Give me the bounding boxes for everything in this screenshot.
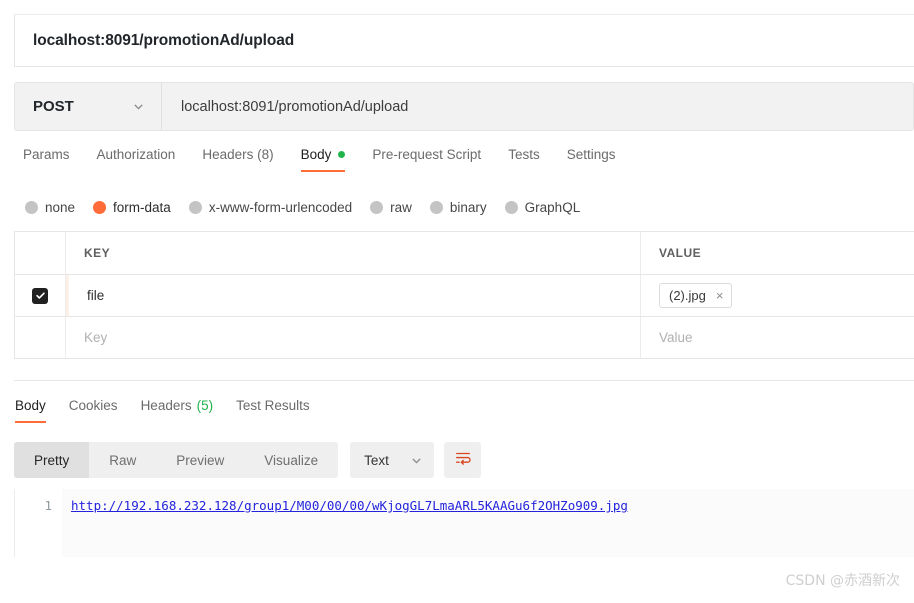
empty-row-check-cell xyxy=(15,317,66,358)
tab-tests-label: Tests xyxy=(508,147,540,162)
response-headers-count: (5) xyxy=(196,398,214,413)
radio-form-data[interactable]: form-data xyxy=(93,200,171,215)
tab-authorization[interactable]: Authorization xyxy=(97,145,176,172)
method-select[interactable]: POST xyxy=(15,83,162,130)
file-chip-name: (2).jpg xyxy=(669,288,706,303)
row-key-cell[interactable]: file xyxy=(69,275,641,316)
header-cell-check xyxy=(15,232,66,274)
response-tab-cookies-label: Cookies xyxy=(68,398,118,413)
table-row-empty: Key Value xyxy=(15,317,914,359)
view-mode-visualize[interactable]: Visualize xyxy=(244,442,338,478)
response-tab-cookies[interactable]: Cookies xyxy=(69,396,118,423)
form-data-table: KEY VALUE file (2).jpg × Key Value xyxy=(14,231,914,359)
response-code-area[interactable]: http://192.168.232.128/group1/M00/00/00/… xyxy=(62,489,914,557)
radio-binary-icon xyxy=(429,200,443,214)
row-checkbox[interactable] xyxy=(32,287,48,304)
radio-graphql-label: GraphQL xyxy=(524,199,581,215)
response-tab-body[interactable]: Body xyxy=(15,396,46,423)
response-tab-test-results-label: Test Results xyxy=(236,398,310,413)
row-check-cell xyxy=(15,275,66,316)
tab-headers-label: Headers (8) xyxy=(202,147,274,162)
radio-raw-icon xyxy=(370,200,384,214)
tab-body-label: Body xyxy=(300,147,332,162)
radio-binary[interactable]: binary xyxy=(429,199,487,215)
response-view-controls: Pretty Raw Preview Visualize Text xyxy=(14,442,482,478)
response-tabs: Body Cookies Headers (5) Test Results xyxy=(14,396,914,430)
radio-none-label: none xyxy=(45,199,76,215)
radio-binary-label: binary xyxy=(449,199,487,215)
radio-x-www-form-urlencoded-label: x-www-form-urlencoded xyxy=(208,199,353,215)
url-input[interactable]: localhost:8091/promotionAd/upload xyxy=(162,83,913,130)
tab-body[interactable]: Body xyxy=(300,145,346,172)
watermark: CSDN @赤酒新次 xyxy=(785,573,900,589)
body-type-radio-group: none form-data x-www-form-urlencoded raw… xyxy=(14,194,914,220)
empty-row-key-cell[interactable]: Key xyxy=(66,317,641,358)
line-number-gutter: 1 xyxy=(15,489,62,557)
url-bar: POST localhost:8091/promotionAd/upload xyxy=(14,82,914,131)
method-label: POST xyxy=(33,98,74,115)
response-tab-headers-label: Headers xyxy=(140,398,192,413)
radio-none[interactable]: none xyxy=(25,200,75,215)
row-value-cell[interactable]: (2).jpg × xyxy=(641,275,914,316)
file-chip-remove-icon[interactable]: × xyxy=(716,289,724,302)
column-header-value: VALUE xyxy=(659,246,702,260)
tab-headers[interactable]: Headers (8) xyxy=(202,145,273,172)
file-chip: (2).jpg × xyxy=(659,283,733,308)
empty-row-value-placeholder: Value xyxy=(659,330,693,345)
tab-tests[interactable]: Tests xyxy=(508,145,540,172)
view-mode-pretty[interactable]: Pretty xyxy=(14,442,90,478)
radio-x-www-form-urlencoded-icon xyxy=(188,200,202,214)
line-number: 1 xyxy=(44,498,52,513)
tab-settings[interactable]: Settings xyxy=(567,145,616,172)
response-tab-test-results[interactable]: Test Results xyxy=(236,396,310,423)
radio-form-data-label: form-data xyxy=(113,199,171,215)
table-header-row: KEY VALUE xyxy=(15,232,914,275)
radio-none-icon xyxy=(25,200,38,214)
response-divider xyxy=(14,380,914,381)
radio-raw[interactable]: raw xyxy=(370,200,412,215)
word-wrap-icon xyxy=(454,449,472,472)
view-mode-segmented-control: Pretty Raw Preview Visualize xyxy=(14,442,339,478)
word-wrap-button[interactable] xyxy=(444,442,482,478)
radio-x-www-form-urlencoded[interactable]: x-www-form-urlencoded xyxy=(188,199,353,215)
radio-graphql[interactable]: GraphQL xyxy=(504,199,581,215)
table-row: file (2).jpg × xyxy=(15,275,914,317)
response-tab-headers[interactable]: Headers (5) xyxy=(141,396,214,423)
header-cell-key: KEY xyxy=(66,232,641,274)
response-body-link[interactable]: http://192.168.232.128/group1/M00/00/00/… xyxy=(71,498,628,513)
empty-row-key-placeholder: Key xyxy=(84,330,108,345)
header-cell-value: VALUE xyxy=(641,232,914,274)
tab-authorization-label: Authorization xyxy=(96,147,176,162)
body-status-dot-icon xyxy=(338,151,346,158)
request-header: localhost:8091/promotionAd/upload xyxy=(14,14,914,67)
format-select[interactable]: Text xyxy=(350,442,435,478)
column-header-key: KEY xyxy=(84,246,111,260)
page-title: localhost:8091/promotionAd/upload xyxy=(33,31,295,49)
tab-params[interactable]: Params xyxy=(23,145,70,172)
tab-pre-request-script[interactable]: Pre-request Script xyxy=(372,145,481,172)
chevron-down-icon xyxy=(132,100,145,113)
tab-settings-label: Settings xyxy=(566,147,616,162)
view-mode-raw[interactable]: Raw xyxy=(89,442,156,478)
format-select-label: Text xyxy=(364,452,389,468)
response-tab-body-label: Body xyxy=(15,398,46,413)
radio-form-data-icon xyxy=(93,200,107,214)
response-body: 1 http://192.168.232.128/group1/M00/00/0… xyxy=(14,489,914,557)
view-mode-preview[interactable]: Preview xyxy=(156,442,244,478)
chevron-down-icon xyxy=(410,454,423,467)
tab-params-label: Params xyxy=(23,147,70,162)
row-key-value: file xyxy=(87,288,105,303)
tab-pre-request-script-label: Pre-request Script xyxy=(372,147,482,162)
request-tabs: Params Authorization Headers (8) Body Pr… xyxy=(14,145,914,183)
radio-graphql-icon xyxy=(504,200,518,214)
radio-raw-label: raw xyxy=(390,199,412,215)
empty-row-value-cell[interactable]: Value xyxy=(641,317,914,358)
